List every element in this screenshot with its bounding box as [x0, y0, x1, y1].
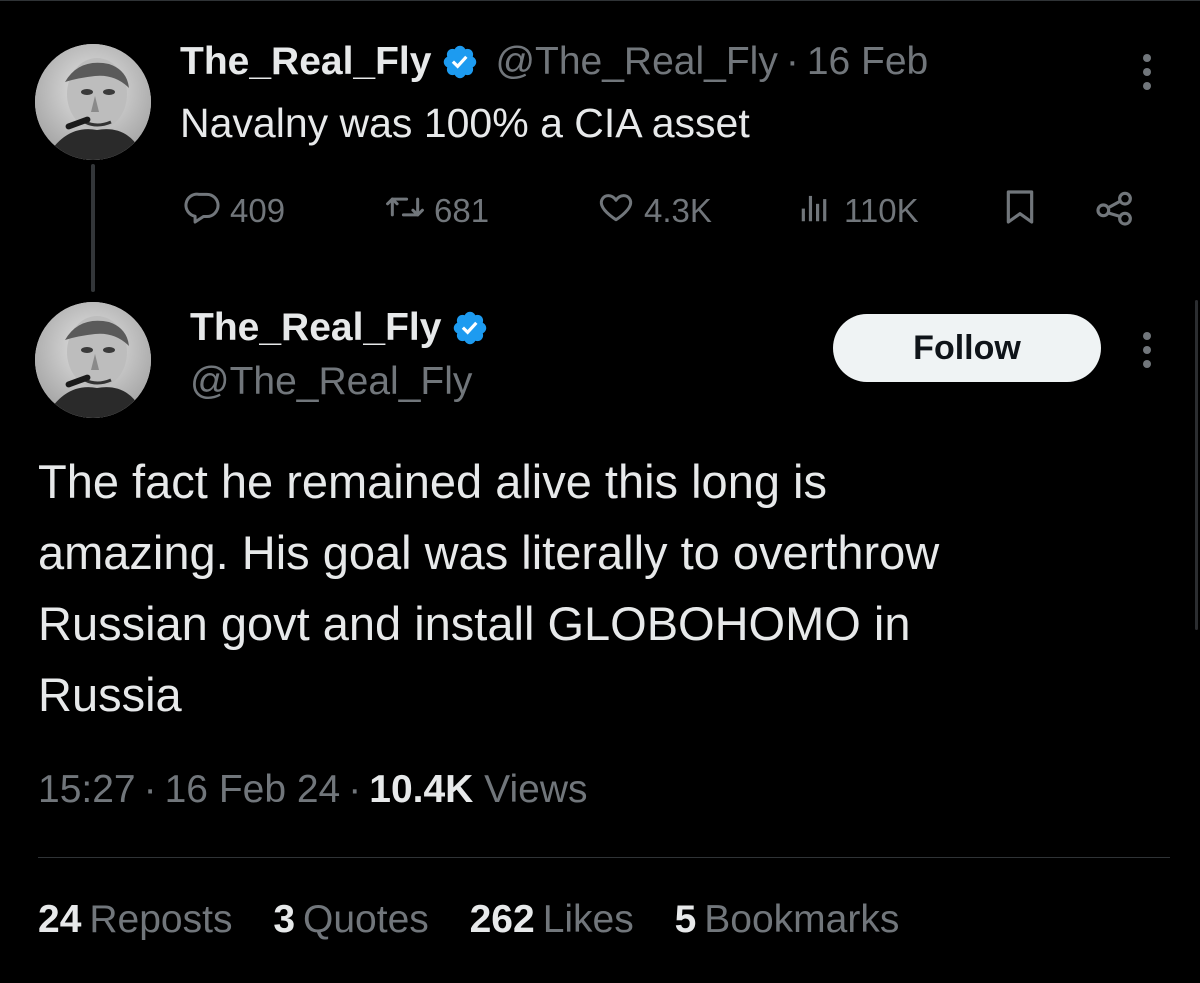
thread-connector-line	[91, 164, 95, 292]
tweet-text: The fact he remained alive this long is …	[38, 446, 1148, 730]
bookmark-button[interactable]	[1000, 186, 1048, 236]
avatar[interactable]	[35, 44, 151, 160]
like-count: 4.3K	[644, 192, 712, 229]
verified-badge-icon	[451, 309, 489, 347]
reply-button[interactable]: 409	[184, 186, 285, 236]
views-count: 110K	[844, 192, 919, 229]
likes-label: Likes	[542, 898, 634, 941]
timestamp-date[interactable]: 16 Feb 24	[165, 768, 341, 811]
reposts-stat[interactable]: 24 Reposts	[38, 898, 232, 941]
tweet-text-line: amazing. His goal was literally to overt…	[38, 526, 940, 579]
tweet2-header: The_Real_Fly	[190, 306, 489, 350]
quotes-stat[interactable]: 3 Quotes	[273, 898, 428, 941]
like-icon	[596, 188, 644, 234]
repost-count: 681	[434, 192, 490, 229]
reply-icon	[184, 188, 230, 234]
likes-stat[interactable]: 262 Likes	[470, 898, 634, 941]
more-icon[interactable]	[1137, 54, 1157, 90]
views-label: Views	[484, 768, 588, 811]
handle[interactable]: @The_Real_Fly · 16 Feb	[495, 40, 928, 84]
avatar[interactable]	[35, 302, 151, 418]
share-icon	[1092, 187, 1146, 235]
share-button[interactable]	[1092, 186, 1146, 236]
follow-button[interactable]: Follow	[833, 314, 1101, 382]
repost-button[interactable]: 681	[384, 186, 489, 236]
views-count: 10.4K	[369, 768, 474, 811]
tweet-actions: 409 681 4.3K 110K	[184, 186, 1154, 236]
reposts-label: Reposts	[89, 898, 233, 941]
handle[interactable]: @The_Real_Fly	[190, 360, 472, 404]
quotes-label: Quotes	[303, 898, 429, 941]
likes-count: 262	[469, 898, 535, 941]
like-button[interactable]: 4.3K	[596, 186, 712, 236]
tweet-text: Navalny was 100% a CIA asset	[180, 100, 750, 146]
separator-dot: ·	[785, 40, 799, 83]
separator-dot: ·	[348, 768, 362, 811]
handle-text: @The_Real_Fly	[495, 40, 778, 83]
bookmark-icon	[1000, 187, 1048, 235]
timestamp-time[interactable]: 15:27	[38, 768, 136, 811]
timestamp[interactable]: 16 Feb	[807, 40, 928, 83]
reply-count: 409	[230, 192, 286, 229]
tweet-text-line: Russian govt and install GLOBOHOMO in	[38, 597, 911, 650]
repost-icon	[384, 188, 434, 234]
display-name[interactable]: The_Real_Fly	[190, 306, 441, 350]
bookmarks-count: 5	[674, 898, 697, 941]
display-name[interactable]: The_Real_Fly	[180, 40, 431, 84]
tweet1-header: The_Real_Fly @The_Real_Fly · 16 Feb	[180, 40, 928, 84]
verified-badge-icon	[441, 43, 479, 81]
bookmarks-label: Bookmarks	[704, 898, 900, 941]
engagement-stats: 24 Reposts 3 Quotes 262 Likes 5 Bookmarks	[38, 898, 929, 942]
quotes-count: 3	[273, 898, 296, 941]
more-icon[interactable]	[1137, 332, 1157, 368]
views-button[interactable]: 110K	[796, 186, 919, 236]
tweet-text-line: The fact he remained alive this long is	[38, 455, 827, 508]
tweet-text-line: Russia	[38, 668, 182, 721]
views-icon	[796, 188, 844, 234]
top-divider	[0, 0, 1200, 1]
reposts-count: 24	[38, 898, 82, 941]
bookmarks-stat[interactable]: 5 Bookmarks	[675, 898, 900, 941]
scrollbar[interactable]	[1195, 300, 1198, 630]
divider	[38, 857, 1170, 858]
tweet-metadata: 15:27 · 16 Feb 24 · 10.4K Views	[38, 768, 588, 812]
separator-dot: ·	[143, 768, 157, 811]
